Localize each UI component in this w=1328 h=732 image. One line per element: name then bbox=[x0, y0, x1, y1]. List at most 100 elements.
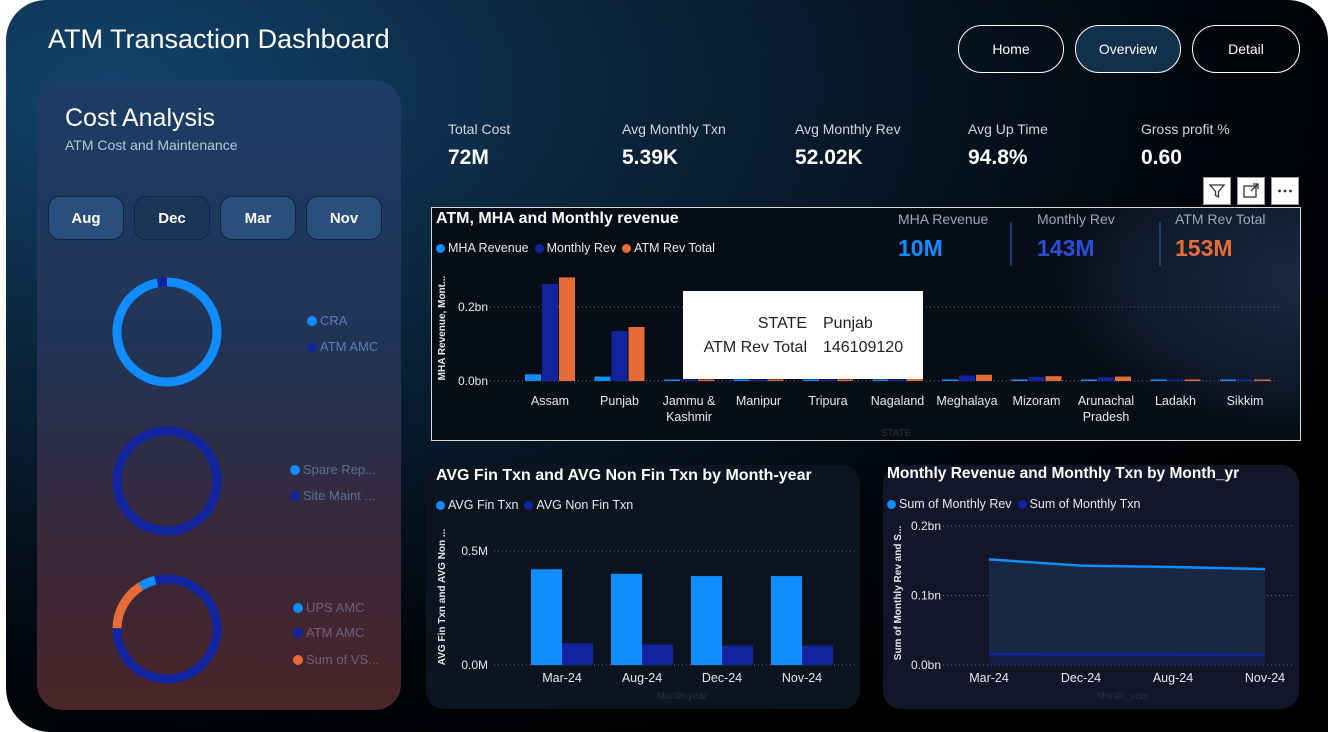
bar-mha-revenue bbox=[525, 374, 541, 381]
x-tick-label: Tripura bbox=[808, 394, 847, 408]
kpi-gross-profit-value: 0.60 bbox=[1141, 146, 1182, 169]
x-tick-label: Punjab bbox=[600, 394, 639, 408]
bar-avg-non-fin-txn bbox=[642, 644, 673, 665]
area-sum-of-monthly-rev bbox=[989, 559, 1265, 665]
revenue-txn-by-month-chart[interactable]: Monthly Revenue and Monthly Txn by Month… bbox=[883, 465, 1299, 709]
kpi-gross-profit-label: Gross profit % bbox=[1141, 121, 1230, 137]
fin-txn-by-month-chart[interactable]: AVG Fin Txn and AVG Non Fin Txn by Month… bbox=[426, 465, 860, 709]
y-tick-label: 0.0bn bbox=[458, 374, 488, 388]
legend-label: ATM AMC bbox=[320, 339, 379, 354]
nav-overview-button[interactable]: Overview bbox=[1075, 25, 1181, 73]
filter-icon[interactable] bbox=[1203, 177, 1231, 205]
x-tick-label: Dec-24 bbox=[1061, 671, 1101, 685]
page-title: ATM Transaction Dashboard bbox=[48, 24, 390, 54]
bar-mha-revenue bbox=[664, 379, 680, 381]
x-tick-label: Ladakh bbox=[1155, 394, 1196, 408]
bar-atm-rev-total bbox=[976, 374, 992, 381]
y-tick-label: 0.2bn bbox=[911, 519, 941, 533]
x-tick-label: Sikkim bbox=[1227, 394, 1264, 408]
x-tick-label: Aug-24 bbox=[622, 671, 662, 685]
y-tick-label: 0.5M bbox=[461, 544, 488, 558]
x-axis-label: Month_year bbox=[1097, 691, 1150, 702]
bar-monthly-rev bbox=[1167, 379, 1184, 381]
x-tick-label: Assam bbox=[531, 394, 569, 408]
legend-label: UPS AMC bbox=[306, 600, 365, 615]
bar-atm-rev-total bbox=[559, 277, 575, 381]
x-tick-label: Nov-24 bbox=[1245, 671, 1285, 685]
legend-dot bbox=[290, 464, 300, 475]
donut-slice bbox=[112, 426, 222, 536]
bar-monthly-rev bbox=[959, 375, 975, 381]
x-tick-label: Nov-24 bbox=[782, 671, 822, 685]
bar-mha-revenue bbox=[1220, 379, 1236, 381]
x-axis-label: Month-year bbox=[657, 691, 708, 702]
legend-dot bbox=[290, 490, 300, 501]
tooltip-value-state: Punjab bbox=[823, 315, 873, 332]
legend-item-ups-amc[interactable]: UPS AMC bbox=[293, 600, 365, 615]
bar-atm-rev-total bbox=[1254, 379, 1270, 381]
bar-mha-revenue bbox=[1081, 379, 1097, 381]
bar-monthly-rev bbox=[889, 379, 906, 381]
legend-dot bbox=[293, 654, 303, 665]
tooltip-value-atm-rev-total: 146109120 bbox=[823, 339, 904, 356]
x-tick-label: Mar-24 bbox=[542, 671, 582, 685]
x-tick-label: Manipur bbox=[736, 394, 781, 408]
nav-home-button[interactable]: Home bbox=[958, 25, 1064, 73]
chart2-plot: 0.0M 0.5M Mar-24 Aug-24 Dec-24 Nov-24 Month-ye… bbox=[437, 529, 856, 702]
bar-monthly-rev bbox=[750, 379, 767, 381]
donut-slice bbox=[138, 576, 157, 591]
kpi-avg-monthly-rev-value: 52.02K bbox=[795, 146, 863, 169]
bar-monthly-rev bbox=[542, 284, 558, 381]
legend-item-site-maint[interactable]: Site Maint ... bbox=[290, 488, 375, 503]
bar-avg-fin-txn bbox=[611, 573, 642, 665]
x-tick-label: Dec-24 bbox=[702, 671, 742, 685]
kpi-total-cost-value: 72M bbox=[448, 146, 489, 169]
bar-atm-rev-total bbox=[1115, 376, 1131, 381]
cost-analysis-panel: Cost Analysis ATM Cost and Maintenance A… bbox=[37, 80, 401, 710]
bar-monthly-rev bbox=[681, 379, 697, 381]
bar-atm-rev-total bbox=[628, 326, 645, 381]
x-tick-label: Mizoram bbox=[1013, 394, 1061, 408]
nav-detail-button[interactable]: Detail bbox=[1192, 25, 1300, 73]
kpi-avg-up-time-label: Avg Up Time bbox=[968, 121, 1048, 137]
kpi-avg-monthly-rev-label: Avg Monthly Rev bbox=[795, 121, 901, 137]
focus-mode-icon[interactable] bbox=[1237, 177, 1265, 205]
x-tick-label: Jammu & bbox=[663, 394, 716, 408]
legend-dot bbox=[307, 315, 317, 326]
kpi-avg-monthly-txn-value: 5.39K bbox=[622, 146, 679, 169]
legend-item-cra[interactable]: CRA bbox=[307, 313, 347, 328]
y-axis-label: AVG Fin Txn and AVG Non ... bbox=[437, 529, 448, 666]
bar-mha-revenue bbox=[1011, 379, 1028, 381]
legend-item-atm-amc[interactable]: ATM AMC bbox=[307, 339, 378, 354]
bar-avg-non-fin-txn bbox=[562, 643, 593, 665]
legend-dot bbox=[293, 602, 303, 613]
legend-item-spare-repair[interactable]: Spare Rep... bbox=[290, 462, 376, 477]
bar-monthly-rev bbox=[1237, 379, 1253, 381]
donut-slice bbox=[156, 277, 168, 288]
legend-item-atm-amc-2[interactable]: ATM AMC bbox=[293, 625, 364, 640]
more-options-icon[interactable] bbox=[1271, 177, 1299, 205]
legend-label: ATM AMC bbox=[306, 625, 365, 640]
x-tick-label: Kashmir bbox=[666, 410, 712, 424]
cost-donut-charts bbox=[112, 277, 222, 684]
bar-monthly-rev bbox=[611, 331, 628, 381]
kpi-avg-monthly-txn-label: Avg Monthly Txn bbox=[622, 121, 726, 137]
tooltip-key-atm-rev-total: ATM Rev Total bbox=[703, 339, 807, 356]
y-axis-label: MHA Revenue, Mont... bbox=[437, 275, 448, 380]
chart3-plot: 0.0bn 0.1bn 0.2bn Mar-24 Dec-24 Aug-24 Nov-24 M… bbox=[893, 519, 1295, 702]
y-tick-label: 0.2bn bbox=[458, 300, 488, 314]
x-tick-label: Pradesh bbox=[1083, 410, 1130, 424]
x-tick-label: Mar-24 bbox=[969, 671, 1009, 685]
bar-avg-fin-txn bbox=[691, 576, 722, 665]
x-axis-label: STATE bbox=[881, 428, 912, 439]
dashboard-window: ATM Transaction Dashboard Home Overview … bbox=[6, 0, 1328, 732]
bar-atm-rev-total bbox=[837, 379, 853, 381]
y-axis-label: Sum of Monthly Rev and S... bbox=[893, 526, 904, 661]
bar-mha-revenue bbox=[803, 379, 819, 381]
bar-atm-rev-total bbox=[1045, 376, 1062, 381]
donut-slice bbox=[112, 277, 222, 387]
legend-dot bbox=[307, 341, 317, 352]
legend-label: Site Maint ... bbox=[303, 488, 376, 503]
legend-item-sum-of-vs[interactable]: Sum of VS... bbox=[293, 652, 379, 667]
kpi-total-cost-label: Total Cost bbox=[448, 121, 511, 137]
